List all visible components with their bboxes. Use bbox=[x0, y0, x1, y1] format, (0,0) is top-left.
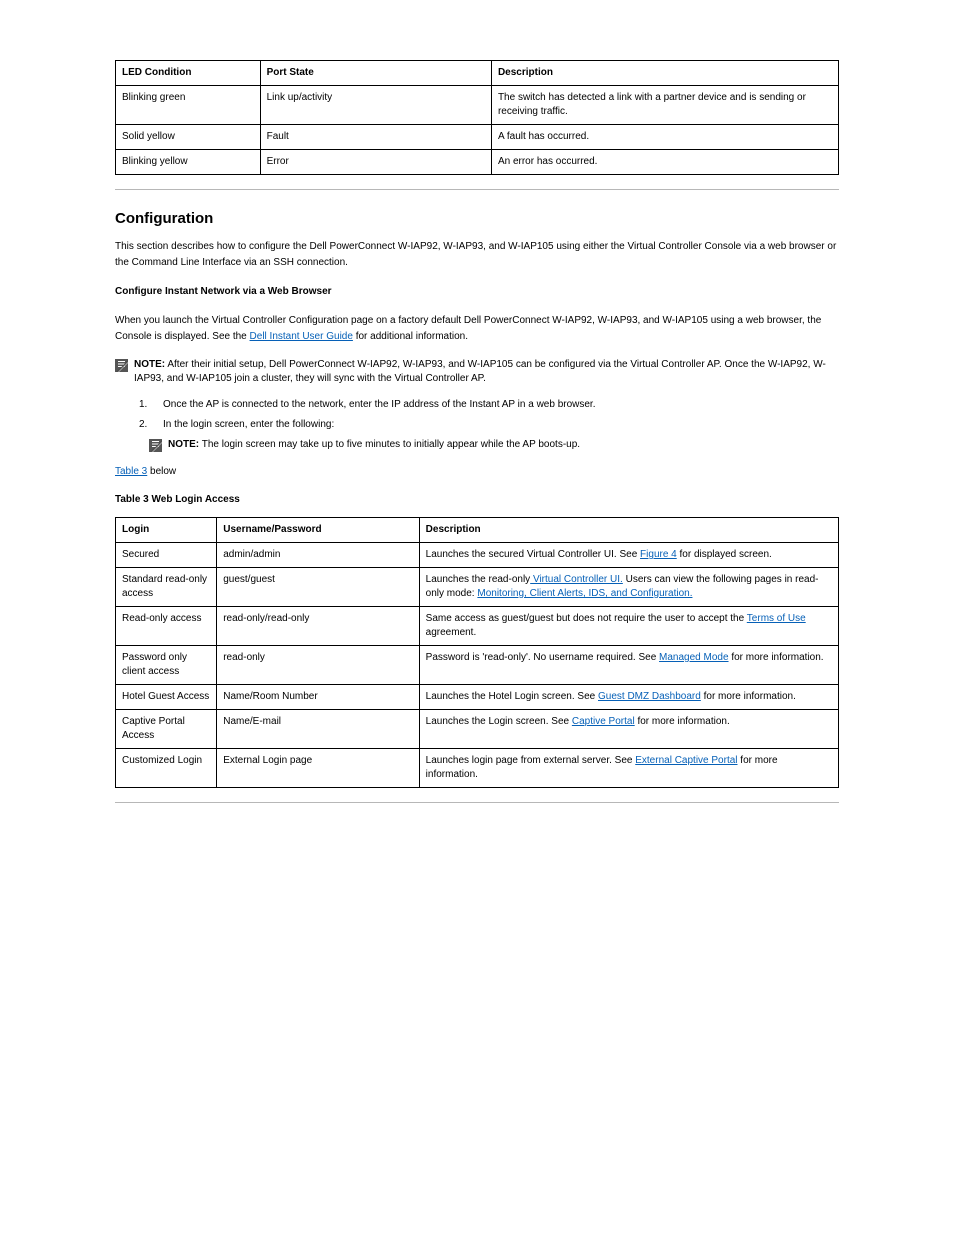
web-config-heading: Configure Instant Network via a Web Brow… bbox=[115, 284, 839, 300]
configuration-intro: This section describes how to configure … bbox=[115, 239, 839, 271]
configuration-heading: Configuration bbox=[115, 208, 839, 229]
external-captive-portal-link[interactable]: External Captive Portal bbox=[635, 755, 737, 766]
table-row: Secured admin/admin Launches the secured… bbox=[116, 543, 839, 568]
table3-intro: Table 3 below bbox=[115, 464, 839, 480]
managed-mode-link[interactable]: Managed Mode bbox=[659, 652, 729, 663]
note-login-delay: NOTE: The login screen may take up to fi… bbox=[115, 438, 839, 452]
note-initial-setup: NOTE: NOTE: After their initial setup, D… bbox=[115, 358, 839, 386]
user-guide-link[interactable]: Dell Instant User Guide bbox=[250, 331, 353, 342]
table-header-row: Login Username/Password Description bbox=[116, 518, 839, 543]
table3-link[interactable]: Table 3 bbox=[115, 466, 147, 477]
col-led-condition: LED Condition bbox=[116, 61, 261, 86]
web-config-paragraph: When you launch the Virtual Controller C… bbox=[115, 313, 839, 345]
table-row: Read-only access read-only/read-only Sam… bbox=[116, 607, 839, 646]
divider bbox=[115, 189, 839, 190]
table3-title: Table 3 Web Login Access bbox=[115, 493, 839, 507]
col-description: Description bbox=[491, 61, 838, 86]
note-icon bbox=[149, 439, 162, 452]
terms-link[interactable]: Terms of Use bbox=[747, 613, 806, 624]
note-icon bbox=[115, 359, 128, 372]
port-led-table: LED Condition Port State Description Bli… bbox=[115, 60, 839, 175]
pages-link[interactable]: Monitoring, Client Alerts, IDS, and Conf… bbox=[477, 588, 692, 599]
table-row: Hotel Guest Access Name/Room Number Laun… bbox=[116, 685, 839, 710]
table-row: Password only client access read-only Pa… bbox=[116, 646, 839, 685]
step-1: 1. Once the AP is connected to the netwo… bbox=[115, 398, 839, 412]
table-row: Blinking yellow Error An error has occur… bbox=[116, 150, 839, 175]
table-row: Captive Portal Access Name/E-mail Launch… bbox=[116, 710, 839, 749]
table-row: Standard read-only access guest/guest La… bbox=[116, 568, 839, 607]
guest-dmz-link[interactable]: Guest DMZ Dashboard bbox=[598, 691, 701, 702]
step-2: 2. In the login screen, enter the follow… bbox=[115, 418, 839, 432]
figure4-link[interactable]: Figure 4 bbox=[640, 549, 677, 560]
captive-portal-link[interactable]: Captive Portal bbox=[572, 716, 635, 727]
table-row: Blinking green Link up/activity The swit… bbox=[116, 86, 839, 125]
divider bbox=[115, 802, 839, 803]
table-header-row: LED Condition Port State Description bbox=[116, 61, 839, 86]
table-row: Customized Login External Login page Lau… bbox=[116, 749, 839, 788]
web-login-table: Login Username/Password Description Secu… bbox=[115, 517, 839, 788]
table-row: Solid yellow Fault A fault has occurred. bbox=[116, 125, 839, 150]
vc-ui-link[interactable]: Virtual Controller UI. bbox=[530, 574, 623, 585]
col-port-state: Port State bbox=[260, 61, 491, 86]
